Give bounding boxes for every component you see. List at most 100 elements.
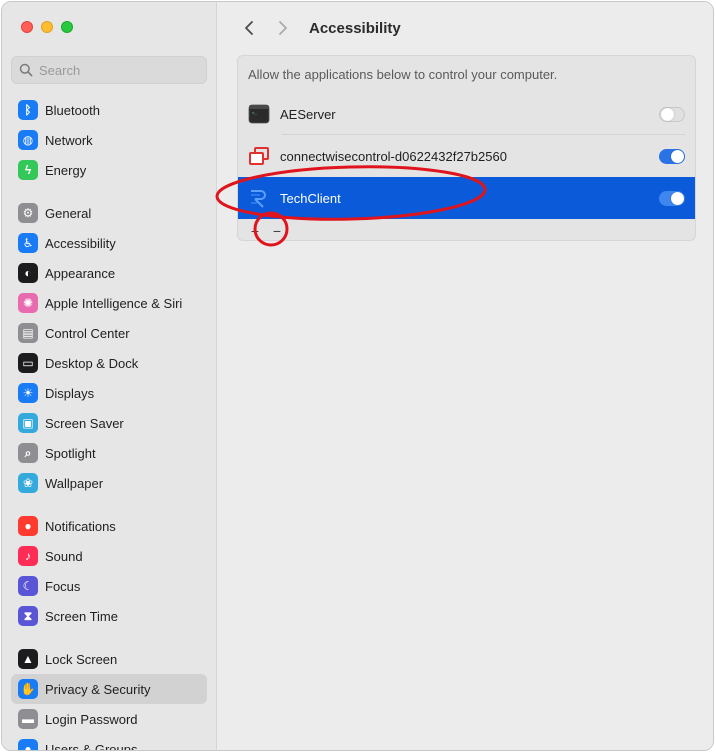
lock-icon: ▲ (18, 649, 38, 669)
panel-description: Allow the applications below to control … (248, 67, 558, 82)
sidebar-item-label: Bluetooth (45, 102, 100, 118)
forward-button[interactable] (271, 16, 295, 40)
sidebar-item-focus[interactable]: ☾ Focus (11, 571, 207, 601)
network-icon: ◍ (18, 130, 38, 150)
sidebar-item-screen-saver[interactable]: ▣ Screen Saver (11, 408, 207, 438)
svg-text:>_: >_ (252, 111, 257, 116)
sidebar-item-label: Screen Saver (45, 415, 124, 431)
privacy-hand-icon: ✋ (18, 679, 38, 699)
sidebar-item-label: Login Password (45, 711, 138, 727)
sidebar-item-label: Control Center (45, 325, 130, 341)
sidebar-item-label: Lock Screen (45, 651, 118, 667)
sidebar-item-displays[interactable]: ☀ Displays (11, 378, 207, 408)
sidebar-item-label: Appearance (45, 265, 116, 281)
sidebar-item-control-center[interactable]: ▤ Control Center (11, 318, 207, 348)
close-button[interactable] (21, 21, 33, 33)
users-icon: ● (18, 739, 38, 750)
accessibility-apps-panel: Allow the applications below to control … (237, 55, 696, 241)
sidebar-item-sound[interactable]: ♪ Sound (11, 541, 207, 571)
bluetooth-icon: ᛒ (18, 100, 38, 120)
main-pane: Accessibility Allow the applications bel… (217, 2, 713, 750)
toolbar: Accessibility (237, 16, 401, 40)
accessibility-icon: ♿ (18, 233, 38, 253)
terminal-icon: >_ (248, 104, 270, 124)
sidebar-item-bluetooth[interactable]: ᛒ Bluetooth (11, 95, 207, 125)
app-name: AEServer (280, 106, 336, 122)
techclient-icon (251, 190, 266, 208)
sidebar-item-accessibility[interactable]: ♿ Accessibility (11, 228, 207, 258)
gear-icon: ⚙ (18, 203, 38, 223)
sidebar-item-label: Desktop & Dock (45, 355, 139, 371)
siri-icon: ✺ (18, 293, 38, 313)
sidebar-item-label: Accessibility (45, 235, 116, 251)
remove-app-button[interactable]: − (266, 223, 288, 239)
wallpaper-icon: ❀ (18, 473, 38, 493)
sidebar-item-wallpaper[interactable]: ❀ Wallpaper (11, 468, 207, 498)
connectwise-icon (249, 147, 269, 165)
sidebar-item-users-groups[interactable]: ● Users & Groups (11, 734, 207, 751)
sidebar-item-spotlight[interactable]: ⌕ Spotlight (11, 438, 207, 468)
app-name: TechClient (280, 190, 341, 206)
sidebar-item-label: Spotlight (45, 445, 96, 461)
focus-icon: ☾ (18, 576, 38, 596)
search-field[interactable] (11, 56, 207, 84)
chevron-right-icon (279, 21, 287, 35)
sidebar-item-label: Notifications (45, 518, 116, 534)
app-name: connectwisecontrol-d0622432f27b2560 (280, 148, 507, 164)
sidebar-item-general[interactable]: ⚙ General (11, 198, 207, 228)
screen-saver-icon: ▣ (18, 413, 38, 433)
notifications-icon: ● (18, 516, 38, 536)
app-row-techclient[interactable]: TechClient (238, 177, 695, 219)
connectwisecontrol-toggle[interactable] (659, 148, 685, 164)
control-center-icon: ▤ (18, 323, 38, 343)
sidebar-item-login-password[interactable]: ▬ Login Password (11, 704, 207, 734)
chevron-left-icon (245, 21, 253, 35)
appearance-icon: ◐ (18, 263, 38, 283)
screen-time-icon: ⧗ (18, 606, 38, 626)
app-row-connectwisecontrol[interactable]: connectwisecontrol-d0622432f27b2560 (238, 135, 695, 177)
sidebar-item-screen-time[interactable]: ⧗ Screen Time (11, 601, 207, 631)
sidebar-item-label: Sound (45, 548, 83, 564)
sidebar-item-label: Focus (45, 578, 81, 594)
sidebar-item-label: Energy (45, 162, 87, 178)
sidebar-item-privacy-security[interactable]: ✋ Privacy & Security (11, 674, 207, 704)
sidebar-group: ● Notifications ♪ Sound ☾ Focus ⧗ Screen Time (11, 511, 207, 631)
page-title: Accessibility (309, 19, 401, 37)
sound-icon: ♪ (18, 546, 38, 566)
dock-icon: ▭ (18, 353, 38, 373)
back-button[interactable] (237, 16, 261, 40)
add-app-button[interactable]: + (244, 223, 266, 239)
sidebar-group: ⚙ General ♿ Accessibility ◐ Appearance ✺ Apple … (11, 198, 207, 498)
app-row-aeserver[interactable]: >_ AEServer (238, 93, 695, 135)
sidebar-item-label: Screen Time (45, 608, 118, 624)
minimize-button[interactable] (41, 21, 53, 33)
displays-icon: ☀ (18, 383, 38, 403)
search-icon (19, 63, 33, 77)
sidebar-item-label: Apple Intelligence & Siri (45, 295, 183, 311)
spotlight-icon: ⌕ (18, 443, 38, 463)
energy-icon: ϟ (18, 160, 38, 180)
sidebar-item-apple-intelligence-siri[interactable]: ✺ Apple Intelligence & Siri (11, 288, 207, 318)
sidebar-item-lock-screen[interactable]: ▲ Lock Screen (11, 644, 207, 674)
sidebar-group: ▲ Lock Screen ✋ Privacy & Security ▬ Login Pa… (11, 644, 207, 751)
techclient-toggle[interactable] (659, 190, 685, 206)
search-input[interactable] (39, 62, 199, 78)
sidebar-item-label: Network (45, 132, 93, 148)
sidebar: ᛒ Bluetooth ◍ Network ϟ Energy ⚙ General ♿ Access… (2, 2, 217, 750)
sidebar-nav: ᛒ Bluetooth ◍ Network ϟ Energy ⚙ General ♿ Access… (11, 95, 207, 751)
sidebar-item-network[interactable]: ◍ Network (11, 125, 207, 155)
sidebar-item-label: Users & Groups (45, 741, 138, 751)
sidebar-item-notifications[interactable]: ● Notifications (11, 511, 207, 541)
sidebar-item-label: Wallpaper (45, 475, 104, 491)
aeserver-toggle[interactable] (659, 106, 685, 122)
sidebar-item-appearance[interactable]: ◐ Appearance (11, 258, 207, 288)
zoom-button[interactable] (61, 21, 73, 33)
sidebar-item-label: General (45, 205, 92, 221)
sidebar-item-desktop-dock[interactable]: ▭ Desktop & Dock (11, 348, 207, 378)
sidebar-item-label: Privacy & Security (45, 681, 151, 697)
sidebar-group: ᛒ Bluetooth ◍ Network ϟ Energy (11, 95, 207, 185)
system-settings-window: ᛒ Bluetooth ◍ Network ϟ Energy ⚙ General ♿ Access… (1, 1, 714, 751)
sidebar-item-energy[interactable]: ϟ Energy (11, 155, 207, 185)
window-controls (21, 21, 73, 33)
login-password-icon: ▬ (18, 709, 38, 729)
